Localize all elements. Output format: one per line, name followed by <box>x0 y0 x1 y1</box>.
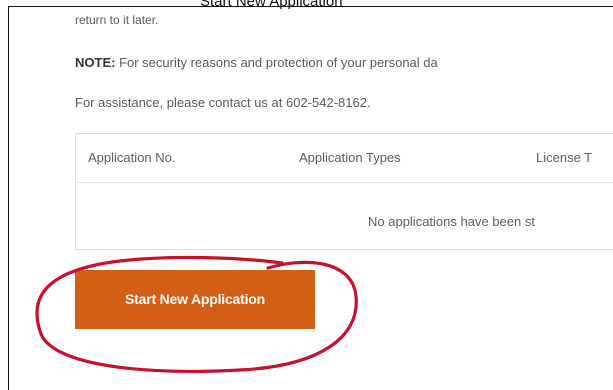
applications-table: Application No. Application Types Licens… <box>75 133 613 250</box>
note-text: For security reasons and protection of y… <box>115 55 438 70</box>
table-header-row: Application No. Application Types Licens… <box>76 134 613 183</box>
note-label: NOTE: <box>75 55 116 70</box>
column-header-application-types[interactable]: Application Types <box>299 150 401 165</box>
table-empty-message: No applications have been st <box>368 214 535 229</box>
column-header-application-no[interactable]: Application No. <box>88 150 175 165</box>
start-new-application-button[interactable]: Start New Application <box>75 270 315 329</box>
caption-text: Start New Application <box>200 0 343 10</box>
intro-line: return to it later. <box>75 13 159 27</box>
security-note: NOTE: For security reasons and protectio… <box>75 55 438 70</box>
assistance-text: For assistance, please contact us at 602… <box>75 95 371 110</box>
frame-left-border <box>8 6 9 390</box>
column-header-license-type[interactable]: License T <box>536 150 592 165</box>
frame-top-border <box>8 6 613 7</box>
